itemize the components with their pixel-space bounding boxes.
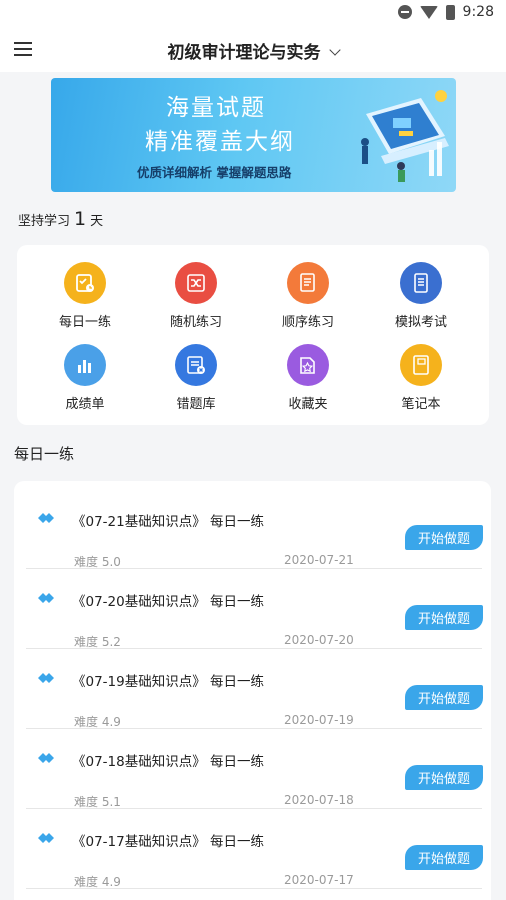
banner-illustration [361, 90, 449, 182]
wrong-questions-icon [175, 344, 217, 386]
item-difficulty: 难度 5.2 [74, 635, 121, 649]
streak-suffix: 天 [90, 214, 104, 229]
item-title: 《07-20基础知识点》 每日一练 [72, 594, 265, 610]
feature-grid: 每日一练 随机练习 顺序练习 模拟考试 成绩单 错题库 收藏夹 笔记本 [17, 245, 489, 425]
item-title: 《07-17基础知识点》 每日一练 [72, 834, 265, 850]
list-item[interactable]: 《07-21基础知识点》 每日一练 难度 5.0 2020-07-21 开始做题 [26, 489, 483, 569]
grid-item-label: 顺序练习 [281, 315, 334, 330]
grid-item-label: 成绩单 [65, 397, 105, 412]
grid-item-label: 错题库 [176, 397, 216, 412]
list-item[interactable]: 《07-17基础知识点》 每日一练 难度 4.9 2020-07-17 开始做题 [26, 809, 483, 889]
item-title: 《07-18基础知识点》 每日一练 [72, 754, 265, 770]
diamond-bullet-icon [38, 753, 54, 763]
grid-item-sequential-practice[interactable]: 顺序练习 [258, 262, 358, 330]
status-time: 9:28 [462, 4, 494, 20]
item-difficulty: 难度 5.0 [74, 555, 121, 569]
grid-item-label: 收藏夹 [288, 397, 328, 412]
grid-item-label: 模拟考试 [394, 315, 447, 330]
grid-item-mock-exam[interactable]: 模拟考试 [371, 262, 471, 330]
item-difficulty: 难度 4.9 [74, 715, 121, 729]
diamond-bullet-icon [38, 513, 54, 523]
item-date: 2020-07-19 [284, 713, 354, 727]
calendar-check-icon [64, 262, 106, 304]
grid-item-label: 每日一练 [58, 315, 111, 330]
item-difficulty: 难度 4.9 [74, 875, 121, 889]
streak-prefix: 坚持学习 [18, 214, 71, 229]
list-item[interactable]: 《07-19基础知识点》 每日一练 难度 4.9 2020-07-19 开始做题 [26, 649, 483, 729]
shuffle-icon [175, 262, 217, 304]
promo-banner[interactable]: 海量试题 精准覆盖大纲 优质详细解析 掌握解题思路 [51, 78, 456, 192]
grid-item-random-practice[interactable]: 随机练习 [146, 262, 246, 330]
item-date: 2020-07-20 [284, 633, 354, 647]
start-practice-button[interactable]: 开始做题 [405, 525, 483, 550]
diamond-bullet-icon [38, 673, 54, 683]
banner-subline: 优质详细解析 掌握解题思路 [137, 165, 292, 180]
start-practice-button[interactable]: 开始做题 [405, 765, 483, 790]
star-folder-icon [287, 344, 329, 386]
item-difficulty: 难度 5.1 [74, 795, 121, 809]
banner-headline-2: 精准覆盖大纲 [145, 129, 295, 155]
list-item[interactable]: 《07-18基础知识点》 每日一练 难度 5.1 2020-07-18 开始做题 [26, 729, 483, 809]
page-title: 初级审计理论与实务 [167, 43, 321, 63]
top-bar: 初级审计理论与实务 [0, 28, 506, 72]
section-title: 每日一练 [14, 445, 75, 463]
start-practice-button[interactable]: 开始做题 [405, 845, 483, 870]
document-list-icon [287, 262, 329, 304]
item-date: 2020-07-18 [284, 793, 354, 807]
grid-item-label: 笔记本 [401, 397, 441, 412]
start-practice-button[interactable]: 开始做题 [405, 605, 483, 630]
bar-chart-icon [64, 344, 106, 386]
grid-item-score-report[interactable]: 成绩单 [35, 344, 135, 412]
streak-days: 1 [74, 208, 87, 230]
study-streak: 坚持学习 1 天 [18, 208, 103, 230]
do-not-disturb-icon [397, 5, 412, 19]
diamond-bullet-icon [38, 833, 54, 843]
list-item[interactable]: 《07-20基础知识点》 每日一练 难度 5.2 2020-07-20 开始做题 [26, 569, 483, 649]
notebook-icon [400, 344, 442, 386]
grid-item-notebook[interactable]: 笔记本 [371, 344, 471, 412]
diamond-bullet-icon [38, 593, 54, 603]
grid-item-favorites[interactable]: 收藏夹 [258, 344, 358, 412]
item-date: 2020-07-21 [284, 553, 354, 567]
grid-item-label: 随机练习 [169, 315, 222, 330]
item-title: 《07-19基础知识点》 每日一练 [72, 674, 265, 690]
chevron-down-icon [328, 44, 341, 56]
grid-item-wrong-questions[interactable]: 错题库 [146, 344, 246, 412]
item-date: 2020-07-17 [284, 873, 354, 887]
exam-book-icon [400, 262, 442, 304]
battery-icon [445, 4, 455, 20]
item-title: 《07-21基础知识点》 每日一练 [72, 514, 265, 530]
grid-item-daily-practice[interactable]: 每日一练 [35, 262, 135, 330]
daily-practice-list: 《07-21基础知识点》 每日一练 难度 5.0 2020-07-21 开始做题… [14, 481, 491, 900]
start-practice-button[interactable]: 开始做题 [405, 685, 483, 710]
status-bar: 9:28 [0, 0, 506, 28]
banner-headline-1: 海量试题 [166, 95, 266, 121]
subject-selector[interactable]: 初级审计理论与实务 [0, 38, 506, 63]
wifi-icon [419, 5, 438, 19]
